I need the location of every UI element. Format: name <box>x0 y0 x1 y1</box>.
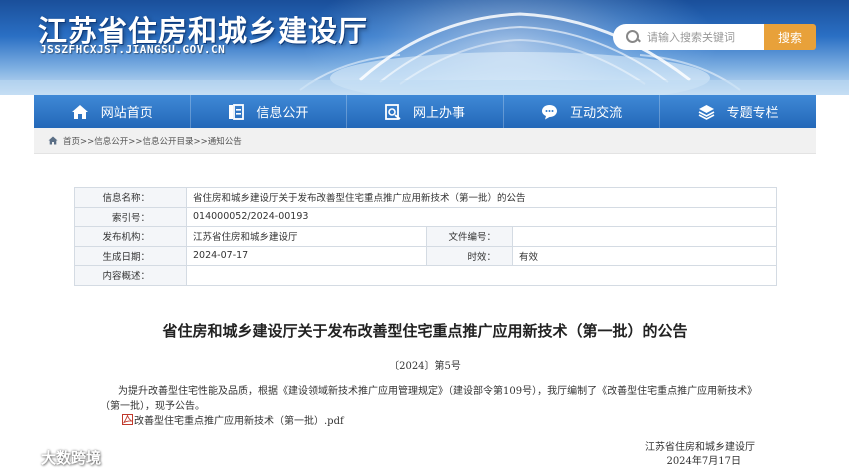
breadcrumb-text[interactable]: 首页>>信息公开>>信息公开目录>>通知公告 <box>63 135 242 147</box>
nav-item-label: 互动交流 <box>570 106 623 121</box>
signer: 江苏省住房和城乡建设厅 <box>645 442 755 453</box>
info-table: 信息名称： 省住房和城乡建设厅关于发布改善型住宅重点推广应用新技术（第一批）的公… <box>74 187 777 286</box>
info-validity-label: 时效： <box>426 245 513 266</box>
nav-item-interaction[interactable]: 互动交流 <box>504 95 661 128</box>
info-summary-value <box>186 265 777 286</box>
nav-item-label: 信息公开 <box>256 106 309 121</box>
nav-item-home[interactable]: 网站首页 <box>34 95 191 128</box>
form-icon <box>385 103 401 120</box>
header-banner: 江苏省住房和城乡建设厅 JSSZFHCXJST.JIANGSU.GOV.CN 搜… <box>0 0 849 95</box>
attachment-link[interactable]: 改善型住宅重点推广应用新技术（第一批）.pdf <box>122 412 344 427</box>
info-index-label: 索引号： <box>74 206 187 227</box>
info-org-value: 江苏省住房和城乡建设厅 <box>186 226 427 247</box>
main-nav: 网站首页 信息公开 网上办事 互动交流 专题专栏 <box>34 95 816 128</box>
nav-item-label: 专题专栏 <box>726 106 779 121</box>
info-validity-value: 有效 <box>512 245 777 266</box>
search-input[interactable] <box>647 30 757 44</box>
breadcrumb-home-icon <box>48 136 58 145</box>
breadcrumb: 首页>>信息公开>>信息公开目录>>通知公告 <box>34 128 816 154</box>
nav-item-info-disclosure[interactable]: 信息公开 <box>191 95 348 128</box>
table-row: 索引号： 014000052/2024-00193 <box>74 206 777 227</box>
info-org-label: 发布机构： <box>74 226 187 247</box>
table-row: 内容概述： <box>74 265 777 286</box>
info-name-label: 信息名称： <box>74 187 187 208</box>
info-date-value: 2024-07-17 <box>186 245 427 266</box>
search-box[interactable] <box>613 24 765 50</box>
pdf-icon <box>122 414 133 425</box>
table-row: 生成日期： 2024-07-17 时效： 有效 <box>74 245 777 266</box>
watermark: 大数跨境 <box>8 446 101 468</box>
table-row: 信息名称： 省住房和城乡建设厅关于发布改善型住宅重点推广应用新技术（第一批）的公… <box>74 187 777 208</box>
article-title: 省住房和城乡建设厅关于发布改善型住宅重点推广应用新技术（第一批）的公告 <box>162 322 688 340</box>
nav-item-label: 网站首页 <box>100 106 153 121</box>
sign-date: 2024年7月17日 <box>666 456 741 467</box>
info-fileno-label: 文件编号： <box>426 226 513 247</box>
info-fileno-value <box>512 226 777 247</box>
article-body: 为提升改善型住宅性能及品质，根据《建设领域新技术推广应用管理规定》（建设部令第1… <box>100 386 758 412</box>
search-button[interactable]: 搜索 <box>764 24 816 50</box>
watermark-text: 大数跨境 <box>41 448 102 467</box>
table-row: 发布机构： 江苏省住房和城乡建设厅 文件编号： <box>74 226 777 247</box>
chat-icon <box>542 104 558 119</box>
attachment-filename[interactable]: 改善型住宅重点推广应用新技术（第一批）.pdf <box>134 412 344 427</box>
site-domain: JSSZFHCXJST.JIANGSU.GOV.CN <box>40 43 226 56</box>
search-icon <box>625 29 641 45</box>
info-name-value: 省住房和城乡建设厅关于发布改善型住宅重点推广应用新技术（第一批）的公告 <box>186 187 777 208</box>
layers-icon <box>698 104 715 120</box>
nav-item-label: 网上办事 <box>412 106 465 121</box>
nav-item-special-topics[interactable]: 专题专栏 <box>660 95 816 128</box>
document-number: 〔2024〕第5号 <box>389 361 461 372</box>
nav-item-online-services[interactable]: 网上办事 <box>347 95 504 128</box>
home-icon <box>71 104 88 119</box>
info-date-label: 生成日期： <box>74 245 187 266</box>
document-icon <box>229 103 245 120</box>
info-summary-label: 内容概述： <box>74 265 187 286</box>
watermark-logo-icon <box>8 448 35 465</box>
info-index-value: 014000052/2024-00193 <box>186 206 777 227</box>
